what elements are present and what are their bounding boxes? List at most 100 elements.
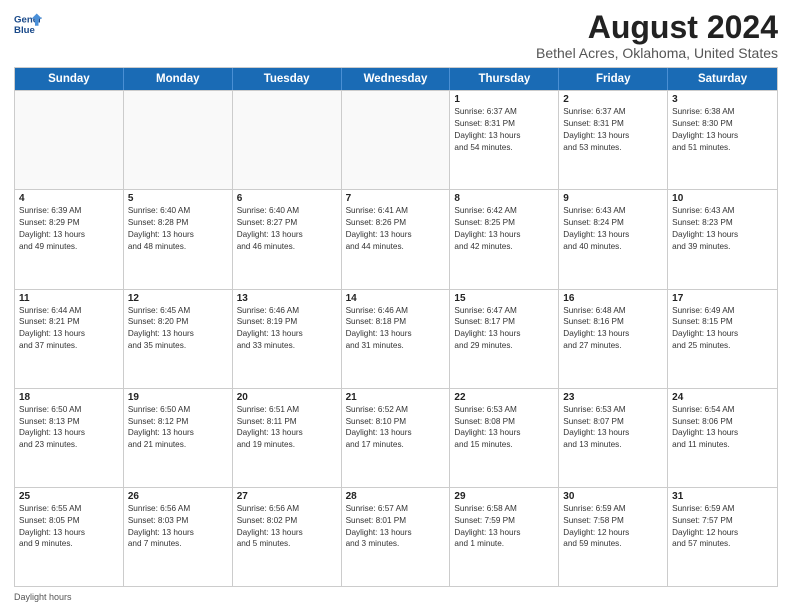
cal-header-cell: Wednesday [342,68,451,90]
day-number: 23 [563,392,663,403]
cal-cell: 1Sunrise: 6:37 AM Sunset: 8:31 PM Daylig… [450,91,559,189]
day-info: Sunrise: 6:53 AM Sunset: 8:08 PM Dayligh… [454,404,554,452]
cal-header-cell: Sunday [15,68,124,90]
cal-cell: 28Sunrise: 6:57 AM Sunset: 8:01 PM Dayli… [342,488,451,586]
day-number: 13 [237,293,337,304]
cal-cell: 23Sunrise: 6:53 AM Sunset: 8:07 PM Dayli… [559,389,668,487]
main-title: August 2024 [536,10,778,45]
day-info: Sunrise: 6:56 AM Sunset: 8:03 PM Dayligh… [128,503,228,551]
day-info: Sunrise: 6:54 AM Sunset: 8:06 PM Dayligh… [672,404,773,452]
cal-cell: 20Sunrise: 6:51 AM Sunset: 8:11 PM Dayli… [233,389,342,487]
day-number: 11 [19,293,119,304]
cal-header-cell: Monday [124,68,233,90]
cal-cell [342,91,451,189]
cal-cell: 3Sunrise: 6:38 AM Sunset: 8:30 PM Daylig… [668,91,777,189]
cal-cell: 10Sunrise: 6:43 AM Sunset: 8:23 PM Dayli… [668,190,777,288]
day-number: 7 [346,193,446,204]
day-info: Sunrise: 6:44 AM Sunset: 8:21 PM Dayligh… [19,305,119,353]
cal-cell: 13Sunrise: 6:46 AM Sunset: 8:19 PM Dayli… [233,290,342,388]
cal-week-row: 11Sunrise: 6:44 AM Sunset: 8:21 PM Dayli… [15,289,777,388]
cal-cell [15,91,124,189]
day-info: Sunrise: 6:50 AM Sunset: 8:12 PM Dayligh… [128,404,228,452]
day-number: 31 [672,491,773,502]
day-number: 19 [128,392,228,403]
day-number: 8 [454,193,554,204]
day-number: 5 [128,193,228,204]
cal-cell [233,91,342,189]
day-info: Sunrise: 6:37 AM Sunset: 8:31 PM Dayligh… [454,106,554,154]
calendar-body: 1Sunrise: 6:37 AM Sunset: 8:31 PM Daylig… [15,90,777,586]
day-info: Sunrise: 6:59 AM Sunset: 7:57 PM Dayligh… [672,503,773,551]
cal-cell: 7Sunrise: 6:41 AM Sunset: 8:26 PM Daylig… [342,190,451,288]
footer: Daylight hours [14,592,778,602]
footer-label: Daylight hours [14,592,72,602]
cal-week-row: 4Sunrise: 6:39 AM Sunset: 8:29 PM Daylig… [15,189,777,288]
subtitle: Bethel Acres, Oklahoma, United States [536,45,778,61]
day-info: Sunrise: 6:47 AM Sunset: 8:17 PM Dayligh… [454,305,554,353]
svg-text:Blue: Blue [14,25,35,36]
day-info: Sunrise: 6:37 AM Sunset: 8:31 PM Dayligh… [563,106,663,154]
day-number: 22 [454,392,554,403]
day-info: Sunrise: 6:40 AM Sunset: 8:27 PM Dayligh… [237,205,337,253]
day-info: Sunrise: 6:51 AM Sunset: 8:11 PM Dayligh… [237,404,337,452]
day-number: 2 [563,94,663,105]
cal-week-row: 1Sunrise: 6:37 AM Sunset: 8:31 PM Daylig… [15,90,777,189]
day-number: 16 [563,293,663,304]
day-number: 4 [19,193,119,204]
day-info: Sunrise: 6:50 AM Sunset: 8:13 PM Dayligh… [19,404,119,452]
day-number: 12 [128,293,228,304]
cal-cell: 12Sunrise: 6:45 AM Sunset: 8:20 PM Dayli… [124,290,233,388]
day-info: Sunrise: 6:38 AM Sunset: 8:30 PM Dayligh… [672,106,773,154]
day-info: Sunrise: 6:53 AM Sunset: 8:07 PM Dayligh… [563,404,663,452]
calendar-header-row: SundayMondayTuesdayWednesdayThursdayFrid… [15,68,777,90]
cal-cell: 27Sunrise: 6:56 AM Sunset: 8:02 PM Dayli… [233,488,342,586]
day-number: 14 [346,293,446,304]
day-info: Sunrise: 6:57 AM Sunset: 8:01 PM Dayligh… [346,503,446,551]
day-number: 1 [454,94,554,105]
day-info: Sunrise: 6:48 AM Sunset: 8:16 PM Dayligh… [563,305,663,353]
day-info: Sunrise: 6:58 AM Sunset: 7:59 PM Dayligh… [454,503,554,551]
day-info: Sunrise: 6:46 AM Sunset: 8:19 PM Dayligh… [237,305,337,353]
day-info: Sunrise: 6:43 AM Sunset: 8:24 PM Dayligh… [563,205,663,253]
calendar: SundayMondayTuesdayWednesdayThursdayFrid… [14,67,778,587]
day-number: 27 [237,491,337,502]
day-number: 30 [563,491,663,502]
cal-cell: 25Sunrise: 6:55 AM Sunset: 8:05 PM Dayli… [15,488,124,586]
day-number: 28 [346,491,446,502]
cal-week-row: 18Sunrise: 6:50 AM Sunset: 8:13 PM Dayli… [15,388,777,487]
cal-cell: 2Sunrise: 6:37 AM Sunset: 8:31 PM Daylig… [559,91,668,189]
day-number: 25 [19,491,119,502]
day-number: 20 [237,392,337,403]
day-number: 29 [454,491,554,502]
cal-cell: 9Sunrise: 6:43 AM Sunset: 8:24 PM Daylig… [559,190,668,288]
day-info: Sunrise: 6:59 AM Sunset: 7:58 PM Dayligh… [563,503,663,551]
day-number: 10 [672,193,773,204]
day-info: Sunrise: 6:40 AM Sunset: 8:28 PM Dayligh… [128,205,228,253]
cal-cell: 5Sunrise: 6:40 AM Sunset: 8:28 PM Daylig… [124,190,233,288]
cal-cell: 26Sunrise: 6:56 AM Sunset: 8:03 PM Dayli… [124,488,233,586]
day-info: Sunrise: 6:41 AM Sunset: 8:26 PM Dayligh… [346,205,446,253]
day-info: Sunrise: 6:43 AM Sunset: 8:23 PM Dayligh… [672,205,773,253]
title-block: August 2024 Bethel Acres, Oklahoma, Unit… [536,10,778,61]
cal-cell: 22Sunrise: 6:53 AM Sunset: 8:08 PM Dayli… [450,389,559,487]
day-number: 24 [672,392,773,403]
day-info: Sunrise: 6:45 AM Sunset: 8:20 PM Dayligh… [128,305,228,353]
cal-cell: 6Sunrise: 6:40 AM Sunset: 8:27 PM Daylig… [233,190,342,288]
logo-icon: General Blue [14,10,42,38]
cal-header-cell: Saturday [668,68,777,90]
cal-cell: 14Sunrise: 6:46 AM Sunset: 8:18 PM Dayli… [342,290,451,388]
day-info: Sunrise: 6:52 AM Sunset: 8:10 PM Dayligh… [346,404,446,452]
cal-header-cell: Tuesday [233,68,342,90]
cal-cell: 4Sunrise: 6:39 AM Sunset: 8:29 PM Daylig… [15,190,124,288]
day-number: 17 [672,293,773,304]
day-info: Sunrise: 6:56 AM Sunset: 8:02 PM Dayligh… [237,503,337,551]
cal-cell: 30Sunrise: 6:59 AM Sunset: 7:58 PM Dayli… [559,488,668,586]
cal-cell: 31Sunrise: 6:59 AM Sunset: 7:57 PM Dayli… [668,488,777,586]
cal-header-cell: Thursday [450,68,559,90]
cal-cell: 17Sunrise: 6:49 AM Sunset: 8:15 PM Dayli… [668,290,777,388]
cal-cell [124,91,233,189]
cal-cell: 21Sunrise: 6:52 AM Sunset: 8:10 PM Dayli… [342,389,451,487]
day-number: 26 [128,491,228,502]
day-number: 21 [346,392,446,403]
page: General Blue August 2024 Bethel Acres, O… [0,0,792,612]
